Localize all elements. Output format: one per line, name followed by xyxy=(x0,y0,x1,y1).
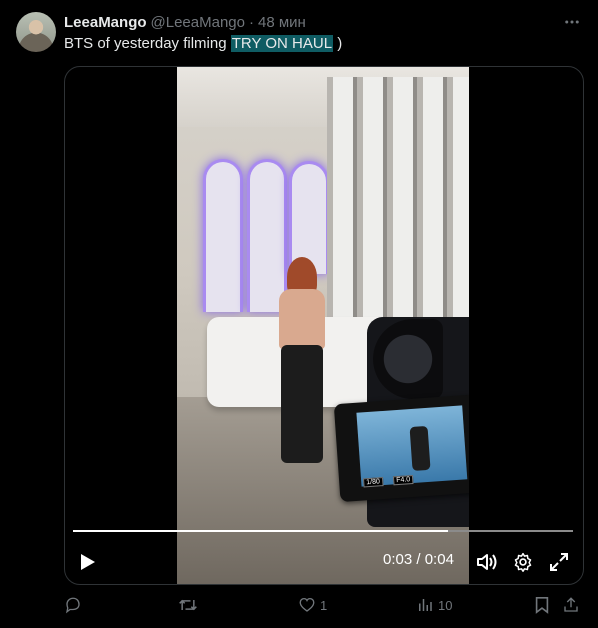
tweet-actions: 1 10 xyxy=(64,596,582,616)
views-icon xyxy=(416,596,434,614)
tweet-text: BTS of yesterday filming TRY ON HAUL ) xyxy=(64,34,342,54)
reply-icon xyxy=(64,596,82,614)
user-handle[interactable]: @LeeaMango xyxy=(151,14,245,31)
tweet-text-start: BTS of yesterday filming xyxy=(64,35,231,52)
separator-dot: · xyxy=(248,13,254,31)
camera-screen-person xyxy=(409,425,431,472)
share-icon[interactable] xyxy=(562,596,580,614)
retweet-icon xyxy=(178,596,198,614)
more-icon[interactable] xyxy=(562,12,582,32)
video-time: 0:03 / 0:04 xyxy=(383,551,454,568)
volume-icon[interactable] xyxy=(475,550,499,574)
timestamp[interactable]: 48 мин xyxy=(258,14,306,31)
views-button[interactable]: 10 xyxy=(416,596,452,614)
tweet-text-end: ) xyxy=(333,35,343,52)
reply-button[interactable] xyxy=(64,596,82,614)
shutter-readout: 1/80 xyxy=(363,477,384,488)
gear-icon[interactable] xyxy=(511,550,535,574)
person-legs xyxy=(281,345,323,463)
duration: 0:04 xyxy=(424,551,454,568)
aperture-readout: F4.0 xyxy=(392,475,414,486)
play-icon[interactable] xyxy=(77,551,99,573)
camera-screen: 1/80 F4.0 xyxy=(333,393,469,503)
person-torso xyxy=(279,289,325,349)
arch-light xyxy=(203,159,243,312)
views-count: 10 xyxy=(438,597,453,613)
avatar[interactable] xyxy=(16,12,56,52)
display-name[interactable]: LeeaMango xyxy=(64,14,147,31)
camera-lens xyxy=(373,319,443,399)
bookmark-icon[interactable] xyxy=(534,596,550,614)
video-frame: 1/80 F4.0 xyxy=(177,67,469,584)
retweet-button[interactable] xyxy=(178,596,198,614)
video-player[interactable]: 1/80 F4.0 0:03 / 0:04 xyxy=(64,66,584,585)
heart-icon xyxy=(298,596,316,614)
current-time: 0:03 xyxy=(383,551,413,568)
time-separator: / xyxy=(412,551,425,568)
video-progress-fill xyxy=(73,530,448,532)
person xyxy=(273,257,335,463)
fullscreen-icon[interactable] xyxy=(547,550,571,574)
like-count: 1 xyxy=(320,597,328,613)
tweet-header: LeeaMango @LeeaMango · 48 мин xyxy=(64,12,582,32)
highlighted-text: TRY ON HAUL xyxy=(230,35,334,52)
like-button[interactable]: 1 xyxy=(298,596,327,614)
video-progress-bar[interactable] xyxy=(73,530,573,532)
